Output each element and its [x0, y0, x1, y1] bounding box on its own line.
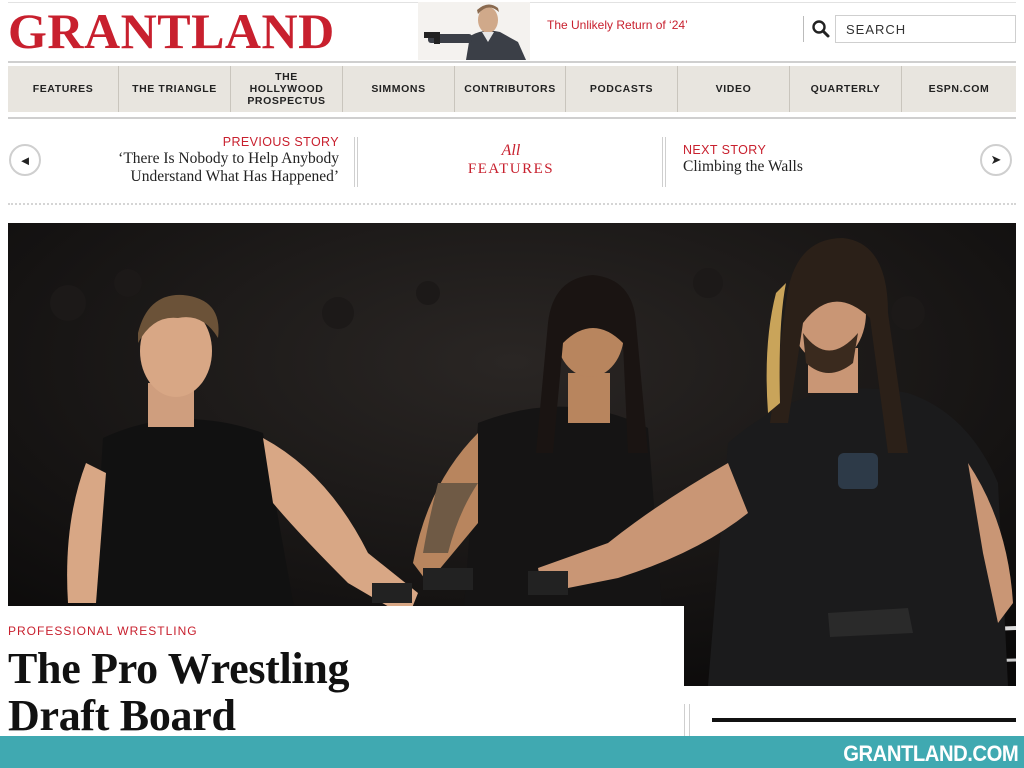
article-headline: The Pro Wrestling Draft Board: [8, 644, 350, 740]
nav-item-the-triangle[interactable]: THE TRIANGLE: [119, 66, 231, 112]
nav-item-podcasts[interactable]: PODCASTS: [566, 66, 678, 112]
next-story-link[interactable]: NEXT STORY Climbing the Walls: [683, 143, 963, 176]
dotted-divider: [8, 203, 1016, 205]
nav-item-quarterly[interactable]: QUARTERLY: [790, 66, 902, 112]
headline-line-2: Draft Board: [8, 691, 236, 740]
promo-thumbnail[interactable]: [418, 2, 530, 60]
next-story-button[interactable]: ➤: [980, 144, 1012, 176]
search-icon[interactable]: [811, 19, 831, 39]
sidebar-divider: [684, 704, 690, 736]
nav-bottom-rule: [8, 117, 1016, 119]
nav-item-video[interactable]: VIDEO: [678, 66, 790, 112]
nav-top-rule: [8, 61, 1016, 63]
previous-story-kicker: PREVIOUS STORY: [222, 135, 339, 149]
story-divider-right: [662, 137, 666, 187]
nav-item-features[interactable]: FEATURES: [8, 66, 119, 112]
arrow-right-icon: ➤: [990, 152, 1002, 167]
search-divider: [803, 16, 804, 42]
previous-story-title: ‘There Is Nobody to Help Anybody Underst…: [118, 150, 339, 185]
arrow-left-icon: ◄: [18, 152, 32, 168]
sidebar-rule: [712, 718, 1016, 722]
next-story-title: Climbing the Walls: [683, 158, 803, 175]
main-nav: FEATURES THE TRIANGLE THE HOLLYWOOD PROS…: [8, 66, 1016, 112]
search-input[interactable]: [835, 15, 1016, 43]
headline-line-1: The Pro Wrestling: [8, 644, 350, 693]
footer-bar: GRANTLAND.COM: [0, 736, 1024, 768]
previous-story-button[interactable]: ◄: [9, 144, 41, 176]
features-label: FEATURES: [467, 161, 555, 177]
footer-brand: GRANTLAND.COM: [842, 741, 1019, 766]
promo-link[interactable]: The Unlikely Return of ‘24’: [547, 18, 688, 32]
nav-item-hollywood-prospectus[interactable]: THE HOLLYWOOD PROSPECTUS: [231, 66, 343, 112]
story-divider-left: [354, 137, 358, 187]
all-features-link[interactable]: All FEATURES: [362, 142, 660, 178]
next-story-kicker: NEXT STORY: [683, 143, 767, 157]
nav-item-simmons[interactable]: SIMMONS: [343, 66, 455, 112]
nav-item-contributors[interactable]: CONTRIBUTORS: [455, 66, 566, 112]
article-category[interactable]: PROFESSIONAL WRESTLING: [8, 624, 198, 638]
previous-story-link[interactable]: PREVIOUS STORY ‘There Is Nobody to Help …: [60, 135, 339, 186]
site-logo[interactable]: GRANTLAND: [8, 3, 335, 59]
all-label: All: [501, 142, 521, 159]
nav-item-espn[interactable]: ESPN.COM: [902, 66, 1016, 112]
